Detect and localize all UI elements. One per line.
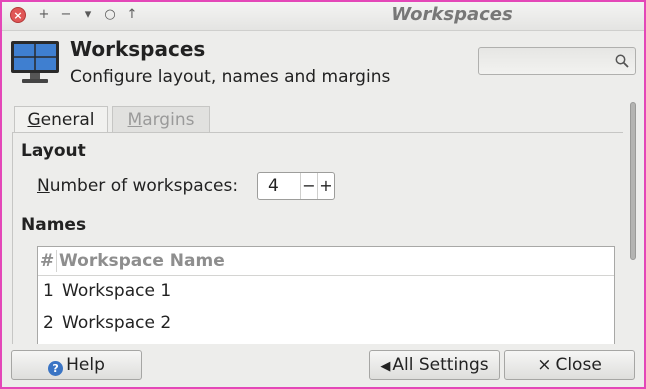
row-name[interactable]: Workspace 2 <box>62 307 171 339</box>
minus-icon[interactable]: − <box>58 7 74 23</box>
window-title: Workspaces <box>391 4 513 25</box>
circle-icon[interactable]: ○ <box>102 7 118 23</box>
vertical-scrollbar[interactable] <box>626 100 640 344</box>
help-button[interactable]: ? Help <box>11 350 142 380</box>
row-number: 1 <box>43 281 54 301</box>
workspaces-count-value[interactable]: 4 <box>268 176 279 196</box>
scrollbar-thumb[interactable] <box>630 102 636 260</box>
plus-icon[interactable]: + <box>36 7 52 23</box>
workspace-names-table[interactable]: # Workspace Name 1 Workspace 1 2 Workspa… <box>37 246 615 344</box>
names-heading: Names <box>21 215 87 235</box>
increment-button[interactable]: + <box>317 173 334 199</box>
workspaces-count-label: Number of workspaces: <box>37 176 239 196</box>
search-icon <box>615 54 629 68</box>
table-header: # Workspace Name <box>38 247 614 276</box>
layout-heading: Layout <box>21 141 86 161</box>
all-settings-button[interactable]: ◀ All Settings <box>369 350 500 380</box>
table-row[interactable]: 1 Workspace 1 <box>38 275 614 307</box>
dialog-header: Workspaces Configure layout, names and m… <box>2 31 644 93</box>
chevron-down-icon[interactable]: ▾ <box>80 7 96 23</box>
close-button[interactable]: × Close <box>504 350 635 380</box>
back-icon: ◀ <box>380 359 391 374</box>
settings-content: General Margins Layout Number of workspa… <box>12 100 623 344</box>
column-divider <box>56 250 57 272</box>
dialog-footer: ? Help ◀ All Settings × Close <box>2 344 644 387</box>
column-header-number[interactable]: # <box>40 247 54 275</box>
window: × + − ▾ ○ ↑ Workspaces Workspaces Config… <box>0 0 646 389</box>
arrow-up-icon[interactable]: ↑ <box>124 7 140 23</box>
close-window-icon[interactable]: × <box>10 7 26 23</box>
close-icon: × <box>537 355 552 375</box>
general-pane: Layout Number of workspaces: 4 − + Names… <box>12 132 623 344</box>
search-input[interactable] <box>478 47 636 75</box>
dialog-subtitle: Configure layout, names and margins <box>70 67 391 87</box>
row-name[interactable]: Workspace 1 <box>62 275 171 307</box>
monitor-icon <box>11 41 59 83</box>
title-bar: × + − ▾ ○ ↑ Workspaces <box>2 2 644 31</box>
tab-margins[interactable]: Margins <box>112 106 210 132</box>
tab-general[interactable]: General <box>14 106 108 132</box>
decrement-button[interactable]: − <box>300 173 317 199</box>
row-number: 2 <box>43 313 54 333</box>
dialog-title: Workspaces <box>70 37 206 61</box>
workspaces-count-stepper[interactable]: 4 − + <box>257 172 335 200</box>
column-header-name[interactable]: Workspace Name <box>59 247 225 275</box>
table-row[interactable]: 2 Workspace 2 <box>38 307 614 339</box>
help-icon: ? <box>48 361 64 376</box>
